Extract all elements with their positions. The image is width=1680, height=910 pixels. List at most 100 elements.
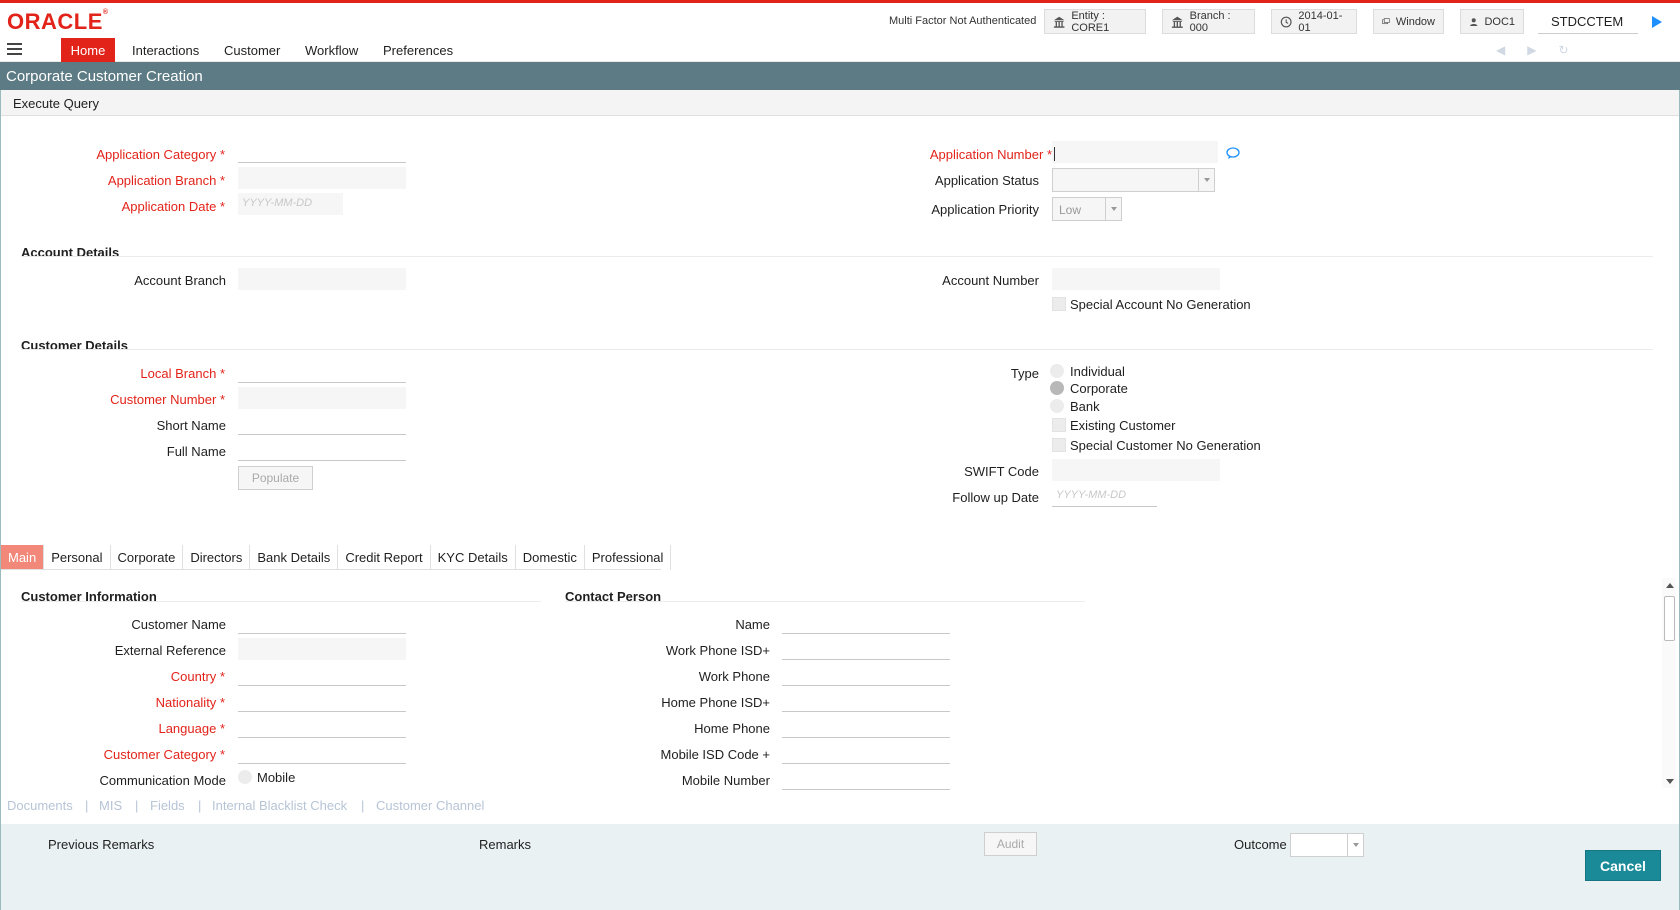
- short-name-input[interactable]: [238, 413, 406, 435]
- customer-number-label: Customer Number *: [110, 392, 225, 407]
- application-branch-input[interactable]: [238, 167, 406, 189]
- home-isd-input[interactable]: [782, 690, 950, 712]
- previous-remarks-label: Previous Remarks: [48, 837, 155, 852]
- full-name-label: Full Name: [166, 444, 226, 459]
- type-bank-label: Bank: [1070, 399, 1100, 414]
- entity-button[interactable]: Entity : CORE1: [1044, 9, 1146, 34]
- audit-button[interactable]: Audit: [984, 832, 1037, 856]
- window-icon: [1382, 17, 1390, 24]
- window-button[interactable]: Window: [1373, 9, 1444, 34]
- mode-mobile-label: Mobile: [257, 770, 296, 785]
- hamburger-icon[interactable]: [7, 43, 22, 55]
- application-priority-select[interactable]: Low: [1052, 197, 1122, 221]
- tab-personal[interactable]: Personal: [44, 545, 111, 570]
- application-category-input[interactable]: [238, 141, 406, 163]
- work-phone-input[interactable]: [782, 664, 950, 686]
- link-internal-blacklist-check[interactable]: Internal Blacklist Check: [212, 798, 347, 813]
- chevron-down-icon: [1105, 198, 1121, 220]
- entity-label: Entity : CORE1: [1071, 9, 1110, 34]
- user-button[interactable]: DOC1: [1460, 9, 1524, 34]
- menu-interactions[interactable]: Interactions: [120, 38, 211, 62]
- work-isd-input[interactable]: [782, 638, 950, 660]
- customer-number-input[interactable]: [238, 387, 406, 409]
- back-arrow-icon[interactable]: ◀: [1496, 43, 1505, 57]
- execute-query-button[interactable]: Execute Query: [13, 96, 99, 111]
- scroll-up-icon[interactable]: [1666, 583, 1674, 588]
- outcome-select[interactable]: [1290, 833, 1364, 857]
- type-individual-radio[interactable]: [1050, 364, 1064, 378]
- minimize-icon[interactable]: –: [1629, 4, 1638, 22]
- customer-name-label: Customer Name: [131, 617, 226, 632]
- tab-main[interactable]: Main: [1, 545, 45, 570]
- refresh-icon[interactable]: ↻: [1558, 43, 1568, 57]
- account-number-label: Account Number: [942, 273, 1039, 288]
- country-input[interactable]: [238, 664, 406, 686]
- chat-bubble-icon[interactable]: [1226, 147, 1240, 159]
- clock-icon: [1280, 16, 1292, 27]
- menu-preferences[interactable]: Preferences: [371, 38, 465, 62]
- contact-name-input[interactable]: [782, 612, 950, 634]
- customer-type-label: Type: [1010, 366, 1039, 381]
- type-bank-radio[interactable]: [1050, 399, 1064, 413]
- type-corporate-label: Corporate: [1070, 381, 1128, 396]
- customer-name-input[interactable]: [238, 612, 406, 634]
- date-button[interactable]: 2014-01-01: [1271, 9, 1357, 34]
- language-input[interactable]: [238, 716, 406, 738]
- subsystem-links: Documents | MIS | Fields | Internal Blac…: [0, 792, 1680, 816]
- followup-date-input[interactable]: YYYY-MM-DD: [1052, 485, 1157, 507]
- swift-code-input[interactable]: [1052, 459, 1220, 481]
- swift-code-label: SWIFT Code: [964, 464, 1039, 479]
- tab-corporate[interactable]: Corporate: [111, 545, 184, 570]
- priority-value: Low: [1059, 203, 1082, 217]
- link-customer-channel[interactable]: Customer Channel: [376, 798, 484, 813]
- tab-domestic[interactable]: Domestic: [516, 545, 585, 570]
- outcome-label: Outcome: [1234, 837, 1287, 852]
- user-label: DOC1: [1484, 15, 1515, 28]
- menu-customer[interactable]: Customer: [212, 38, 292, 62]
- tab-kyc-details[interactable]: KYC Details: [431, 545, 516, 570]
- application-date-input[interactable]: YYYY-MM-DD: [238, 193, 343, 215]
- tab-directors[interactable]: Directors: [183, 545, 251, 570]
- customer-category-input[interactable]: [238, 742, 406, 764]
- forward-arrow-icon[interactable]: ▶: [1527, 43, 1536, 57]
- local-branch-input[interactable]: [238, 361, 406, 383]
- type-corporate-radio[interactable]: [1050, 381, 1064, 395]
- link-fields[interactable]: Fields: [150, 798, 185, 813]
- tab-professional[interactable]: Professional: [585, 545, 672, 570]
- menu-bar: Home Interactions Customer Workflow Pref…: [0, 38, 1680, 62]
- close-icon[interactable]: ✕: [1658, 4, 1671, 24]
- mobile-number-input[interactable]: [782, 768, 950, 790]
- link-mis[interactable]: MIS: [99, 798, 122, 813]
- scroll-down-icon[interactable]: [1666, 779, 1674, 784]
- link-documents[interactable]: Documents: [7, 798, 73, 813]
- account-branch-input[interactable]: [238, 268, 406, 290]
- chevron-down-icon: [1347, 834, 1363, 856]
- populate-button[interactable]: Populate: [238, 466, 313, 490]
- tab-bank-details[interactable]: Bank Details: [250, 545, 339, 570]
- existing-customer-checkbox[interactable]: [1052, 418, 1066, 432]
- tab-credit-report[interactable]: Credit Report: [338, 545, 431, 570]
- short-name-label: Short Name: [156, 418, 226, 433]
- mobile-isd-input[interactable]: [782, 742, 950, 764]
- home-phone-input[interactable]: [782, 716, 950, 738]
- link-separator: |: [361, 798, 365, 813]
- nationality-input[interactable]: [238, 690, 406, 712]
- cancel-button[interactable]: Cancel: [1585, 850, 1661, 881]
- external-reference-input[interactable]: [238, 638, 406, 660]
- mfa-status: Multi Factor Not Authenticated: [889, 15, 1037, 27]
- application-number-input[interactable]: [1052, 141, 1218, 163]
- branch-button[interactable]: Branch : 000: [1162, 9, 1255, 34]
- type-individual-label: Individual: [1070, 364, 1125, 379]
- language-label: Language *: [158, 721, 225, 736]
- scrollbar-thumb[interactable]: [1664, 596, 1675, 641]
- application-status-select[interactable]: [1052, 168, 1215, 192]
- account-number-input[interactable]: [1052, 268, 1220, 290]
- remarks-label: Remarks: [479, 837, 532, 852]
- mobile-number-label: Mobile Number: [681, 773, 770, 788]
- full-name-input[interactable]: [238, 439, 406, 461]
- mode-mobile-radio[interactable]: [238, 770, 252, 784]
- menu-home[interactable]: Home: [61, 38, 115, 62]
- menu-workflow[interactable]: Workflow: [293, 38, 370, 62]
- special-customer-checkbox[interactable]: [1052, 438, 1066, 452]
- special-account-checkbox[interactable]: [1052, 297, 1066, 311]
